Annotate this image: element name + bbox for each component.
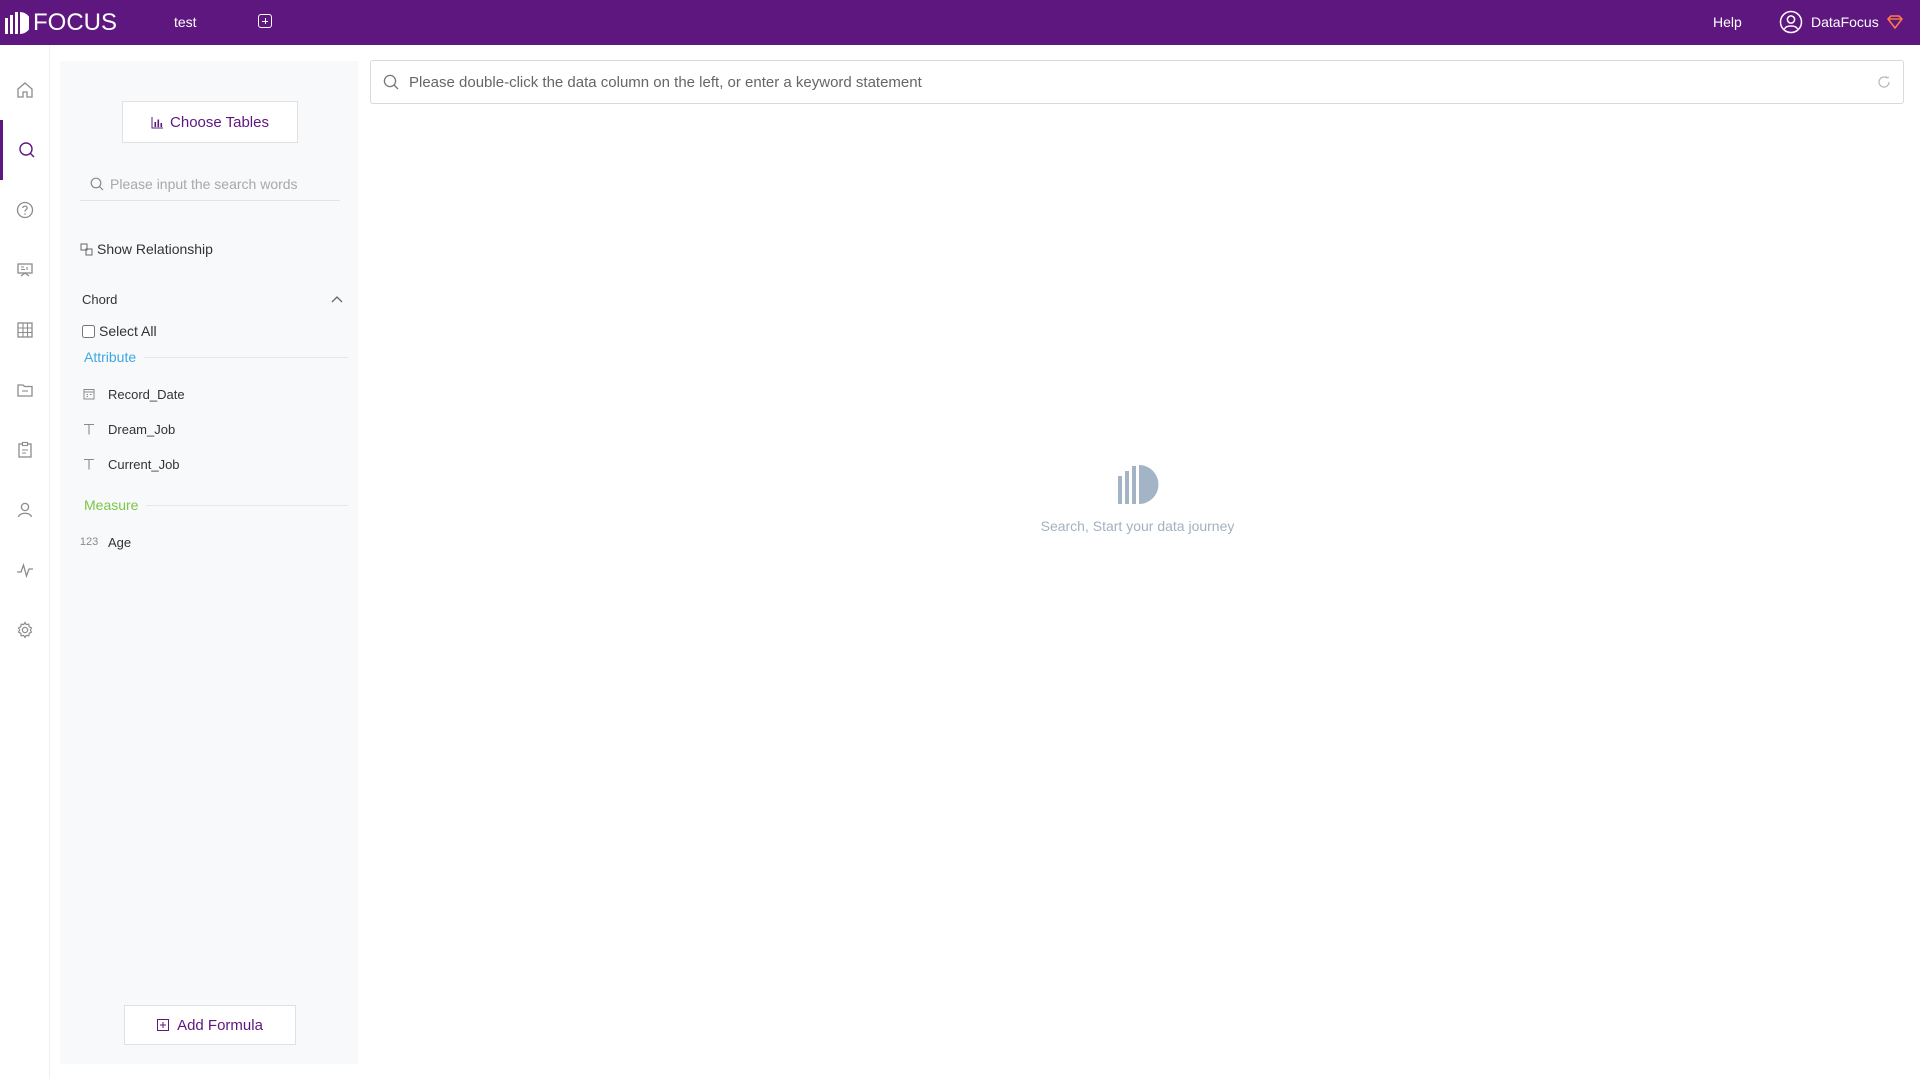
nav-tables[interactable] — [0, 300, 50, 360]
add-formula-label: Add Formula — [177, 1016, 263, 1034]
keyword-search-input[interactable] — [409, 73, 1849, 91]
user-avatar-icon — [1779, 10, 1803, 34]
relationship-icon — [80, 243, 93, 255]
focus-logo-icon — [5, 11, 29, 34]
folder-icon — [17, 384, 33, 397]
bar-chart-icon — [151, 116, 164, 128]
nav-users[interactable] — [0, 480, 50, 540]
gear-icon — [17, 621, 33, 639]
divider — [146, 504, 348, 506]
nav-monitor[interactable] — [0, 540, 50, 600]
add-formula-button[interactable]: Add Formula — [124, 1005, 296, 1045]
search-icon — [90, 177, 104, 190]
divider — [144, 356, 348, 358]
nav-home[interactable] — [0, 60, 50, 120]
app-logo[interactable]: FOCUS — [5, 8, 117, 36]
field-label: Current_Job — [108, 456, 180, 472]
choose-tables-button[interactable]: Choose Tables — [122, 101, 298, 143]
nav-search[interactable] — [0, 120, 50, 180]
attribute-label: Attribute — [84, 349, 137, 365]
search-icon — [18, 142, 34, 158]
nav-presentation[interactable] — [0, 240, 50, 300]
nav-rail — [0, 45, 50, 1079]
pulse-icon — [17, 562, 33, 579]
tab-test[interactable]: test — [174, 14, 197, 30]
attribute-group-label: Attribute — [84, 349, 348, 365]
measure-label: Measure — [84, 497, 139, 513]
nav-tasks[interactable] — [0, 420, 50, 480]
user-name: DataFocus — [1811, 14, 1879, 30]
data-panel: Choose Tables Show Relationship Chord Se… — [60, 61, 358, 1064]
chevron-up-icon[interactable] — [330, 294, 344, 304]
add-tab-icon[interactable] — [258, 14, 272, 28]
nav-settings[interactable] — [0, 600, 50, 660]
column-search-input[interactable] — [110, 175, 330, 192]
table-group-header[interactable]: Chord — [82, 289, 344, 309]
field-label: Dream_Job — [108, 421, 176, 437]
empty-state: Search, Start your data journey — [1000, 462, 1275, 534]
field-age[interactable]: 123 Age — [79, 531, 132, 553]
select-all[interactable]: Select All — [82, 323, 157, 339]
table-icon — [17, 322, 33, 338]
table-name: Chord — [82, 291, 118, 307]
field-record-date[interactable]: Record_Date — [82, 383, 185, 405]
field-current-job[interactable]: Current_Job — [82, 453, 180, 475]
search-icon — [383, 74, 399, 90]
select-all-label: Select All — [99, 323, 157, 339]
text-icon — [82, 458, 96, 470]
question-icon — [16, 201, 34, 219]
choose-tables-label: Choose Tables — [170, 113, 269, 131]
nav-folder[interactable] — [0, 360, 50, 420]
focus-logo-icon — [1000, 462, 1275, 506]
show-relationship-link[interactable]: Show Relationship — [80, 241, 213, 257]
plus-square-icon — [157, 1019, 170, 1031]
show-relationship-label: Show Relationship — [97, 241, 213, 257]
nav-help[interactable] — [0, 180, 50, 240]
help-link[interactable]: Help — [1713, 14, 1742, 30]
field-dream-job[interactable]: Dream_Job — [82, 418, 175, 440]
keyword-search-bar — [370, 60, 1904, 104]
select-all-checkbox[interactable] — [82, 324, 95, 338]
empty-state-text: Search, Start your data journey — [1040, 518, 1235, 534]
logo-text: FOCUS — [33, 8, 117, 36]
number-icon: 123 — [79, 536, 99, 548]
measure-group-label: Measure — [84, 497, 348, 513]
user-icon — [17, 502, 33, 518]
user-menu[interactable]: DataFocus — [1779, 10, 1903, 34]
top-bar: FOCUS test Help DataFocus — [0, 0, 1920, 45]
text-icon — [82, 423, 96, 435]
field-label: Record_Date — [108, 386, 185, 402]
clipboard-icon — [18, 441, 32, 458]
column-search — [80, 167, 340, 201]
home-icon — [17, 82, 33, 98]
calendar-icon — [82, 388, 96, 400]
vip-gem-icon — [1886, 15, 1903, 29]
presentation-icon — [17, 263, 33, 277]
loading-spinner-icon — [1878, 75, 1890, 88]
field-label: Age — [108, 534, 132, 550]
